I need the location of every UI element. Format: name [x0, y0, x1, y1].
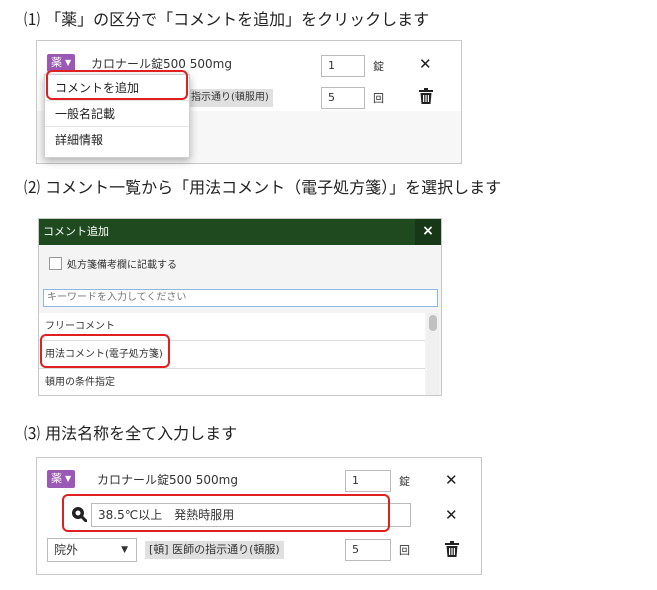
chevron-down-icon: ▼	[121, 545, 128, 555]
times-input[interactable]: 5	[321, 87, 365, 109]
drug-category-badge[interactable]: 薬 ▼	[47, 470, 76, 488]
comment-dialog: コメント追加 × 処方箋備考欄に記載する キーワードを入力してください フリーコ…	[38, 218, 442, 396]
step1-instruction: ⑴ 「薬」の区分で「コメントを追加」をクリックします	[24, 10, 430, 29]
dialog-close-icon[interactable]: ×	[415, 219, 441, 245]
usage-tag[interactable]: 指示通り(頓服用)	[187, 89, 273, 107]
step3-instruction: ⑶ 用法名称を全て入力します	[24, 424, 238, 443]
highlight-box	[40, 334, 170, 368]
scrollbar[interactable]	[427, 313, 439, 395]
highlight-box	[62, 494, 390, 532]
times-unit: 回	[399, 544, 410, 557]
quantity-input[interactable]: 1	[345, 470, 391, 492]
close-icon[interactable]: ✕	[445, 508, 458, 523]
close-icon[interactable]: ✕	[419, 57, 432, 72]
remarks-checkbox[interactable]	[49, 257, 62, 270]
chevron-down-icon: ▼	[65, 58, 72, 67]
highlight-box	[46, 70, 188, 100]
drug-name: カロナール錠500 500mg	[97, 473, 238, 487]
quantity-unit: 錠	[399, 475, 410, 488]
dialog-title: コメント追加	[39, 219, 441, 245]
location-select[interactable]: 院外 ▼	[47, 538, 137, 562]
chevron-down-icon: ▼	[65, 474, 72, 483]
trash-icon[interactable]	[445, 541, 459, 557]
quantity-unit: 錠	[373, 60, 384, 73]
times-input[interactable]: 5	[345, 539, 391, 561]
trash-icon[interactable]	[419, 88, 433, 104]
times-unit: 回	[373, 92, 384, 105]
checkbox-label: 処方箋備考欄に記載する	[67, 260, 177, 271]
menu-item-details[interactable]: 詳細情報	[45, 127, 189, 153]
menu-item-generic-name[interactable]: 一般名記載	[45, 101, 189, 127]
close-icon[interactable]: ✕	[445, 473, 458, 488]
quantity-input[interactable]: 1	[321, 55, 365, 77]
step2-instruction: ⑵ コメント一覧から「用法コメント（電子処方箋）」を選択します	[24, 178, 502, 197]
list-item-prn-condition[interactable]: 頓用の条件指定	[39, 369, 425, 395]
search-input[interactable]: キーワードを入力してください	[43, 289, 438, 307]
usage-tag[interactable]: [頓] 医師の指示通り(頓服)	[145, 541, 284, 559]
